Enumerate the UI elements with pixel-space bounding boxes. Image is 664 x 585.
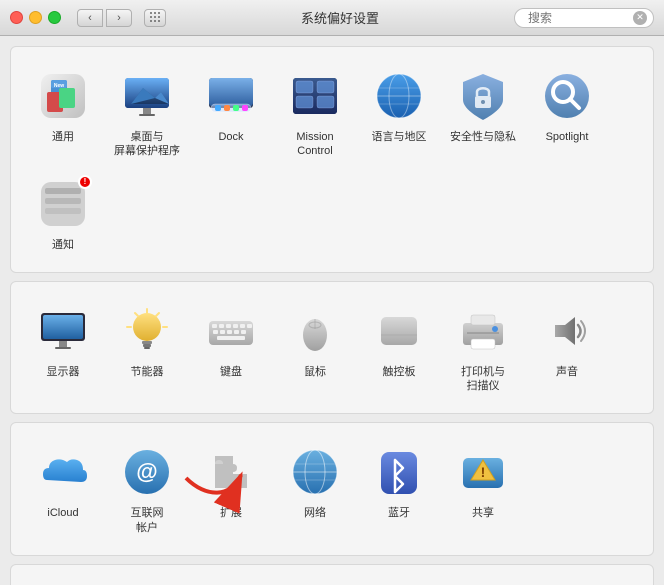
icon-internet[interactable]: @ 互联网帐户 — [105, 435, 189, 543]
dock-icon — [205, 70, 257, 122]
section-personal: New 通用 — [10, 46, 654, 273]
traffic-lights — [10, 11, 61, 24]
trackpad-icon — [373, 305, 425, 357]
desktop-icon — [121, 70, 173, 122]
titlebar: ‹ › 系统偏好设置 ✕ — [0, 0, 664, 36]
icon-spotlight[interactable]: Spotlight — [525, 59, 609, 167]
icon-parental[interactable]: 家长控制 — [105, 577, 189, 585]
printer-label: 打印机与扫描仪 — [461, 365, 505, 394]
icon-icloud[interactable]: iCloud — [21, 435, 105, 543]
minimize-button[interactable] — [29, 11, 42, 24]
internet-icons-grid: iCloud @ — [21, 435, 643, 543]
section-system: 用户与群组 — [10, 564, 654, 585]
network-label: 网络 — [304, 506, 326, 520]
personal-icons-grid: New 通用 — [21, 59, 643, 260]
spotlight-label: Spotlight — [546, 130, 589, 144]
security-label: 安全性与隐私 — [450, 130, 516, 144]
icon-bluetooth[interactable]: 蓝牙 — [357, 435, 441, 543]
mission-label: MissionControl — [296, 130, 333, 159]
mouse-label: 鼠标 — [304, 365, 326, 379]
search-input[interactable] — [528, 11, 628, 25]
icon-mouse[interactable]: 鼠标 — [273, 294, 357, 402]
hardware-icons-grid: 显示器 — [21, 294, 643, 402]
icon-dock[interactable]: Dock — [189, 59, 273, 167]
energy-label: 节能器 — [131, 365, 164, 379]
icon-startup[interactable]: 启动磁盘 — [441, 577, 525, 585]
icon-network[interactable]: 网络 — [273, 435, 357, 543]
icon-mission[interactable]: MissionControl — [273, 59, 357, 167]
svg-text:New: New — [54, 83, 64, 89]
icon-dictation[interactable]: 听写与语音 — [273, 577, 357, 585]
search-clear-button[interactable]: ✕ — [633, 11, 647, 25]
energy-icon — [121, 305, 173, 357]
icloud-label: iCloud — [47, 506, 78, 520]
keyboard-icon — [205, 305, 257, 357]
notification-label: 通知 — [52, 238, 74, 252]
section-hardware: 显示器 — [10, 281, 654, 415]
icon-language[interactable]: 语言与地区 — [357, 59, 441, 167]
system-icons-grid: 用户与群组 — [21, 577, 643, 585]
trackpad-label: 触控板 — [383, 365, 416, 379]
extensions-label: 扩展 — [220, 506, 242, 520]
sharing-label: 共享 — [472, 506, 494, 520]
icon-timemachine[interactable]: Time Machine — [525, 577, 609, 585]
section-internet: iCloud @ — [10, 422, 654, 556]
icon-sharing[interactable]: ! 共享 — [441, 435, 525, 543]
general-label: 通用 — [52, 130, 74, 144]
printer-icon — [457, 305, 509, 357]
window-title: 系统偏好设置 — [174, 8, 506, 27]
bluetooth-label: 蓝牙 — [388, 506, 410, 520]
icon-security[interactable]: 安全性与隐私 — [441, 59, 525, 167]
icon-display[interactable]: 显示器 — [21, 294, 105, 402]
general-icon: New — [37, 70, 89, 122]
internet-label: 互联网帐户 — [131, 506, 164, 535]
internet-accounts-icon: @ — [121, 446, 173, 498]
icon-extensions[interactable]: 扩展 — [189, 435, 273, 543]
svg-text:@: @ — [136, 459, 157, 484]
fullscreen-button[interactable] — [48, 11, 61, 24]
icon-general[interactable]: New 通用 — [21, 59, 105, 167]
dock-label: Dock — [218, 130, 243, 144]
icon-desktop[interactable]: 桌面与屏幕保护程序 — [105, 59, 189, 167]
language-icon — [373, 70, 425, 122]
icon-users[interactable]: 用户与群组 — [21, 577, 105, 585]
icon-keyboard[interactable]: 键盘 — [189, 294, 273, 402]
svg-text:!: ! — [481, 464, 486, 480]
nav-buttons: ‹ › — [77, 9, 132, 27]
network-icon — [289, 446, 341, 498]
icon-datetime[interactable]: 18 APR 日期与时间 — [357, 577, 441, 585]
display-label: 显示器 — [47, 365, 80, 379]
mouse-icon — [289, 305, 341, 357]
security-icon — [457, 70, 509, 122]
icon-printer[interactable]: 打印机与扫描仪 — [441, 294, 525, 402]
keyboard-label: 键盘 — [220, 365, 242, 379]
sound-label: 声音 — [556, 365, 578, 379]
back-button[interactable]: ‹ — [77, 9, 103, 27]
search-box[interactable]: ✕ — [514, 8, 654, 28]
icon-energy[interactable]: 节能器 — [105, 294, 189, 402]
icon-appstore[interactable]: App Store — [189, 577, 273, 585]
sound-icon — [541, 305, 593, 357]
extensions-icon — [205, 446, 257, 498]
icloud-icon — [37, 446, 89, 498]
close-button[interactable] — [10, 11, 23, 24]
main-content: New 通用 — [0, 36, 664, 585]
forward-button[interactable]: › — [106, 9, 132, 27]
mission-icon — [289, 70, 341, 122]
display-icon — [37, 305, 89, 357]
desktop-label: 桌面与屏幕保护程序 — [114, 130, 180, 159]
sharing-icon: ! — [457, 446, 509, 498]
grid-view-button[interactable] — [144, 9, 166, 27]
spotlight-icon — [541, 70, 593, 122]
icon-trackpad[interactable]: 触控板 — [357, 294, 441, 402]
language-label: 语言与地区 — [372, 130, 427, 144]
icon-notification[interactable]: ! 通知 — [21, 167, 105, 260]
icon-sound[interactable]: 声音 — [525, 294, 609, 402]
bluetooth-icon — [373, 446, 425, 498]
